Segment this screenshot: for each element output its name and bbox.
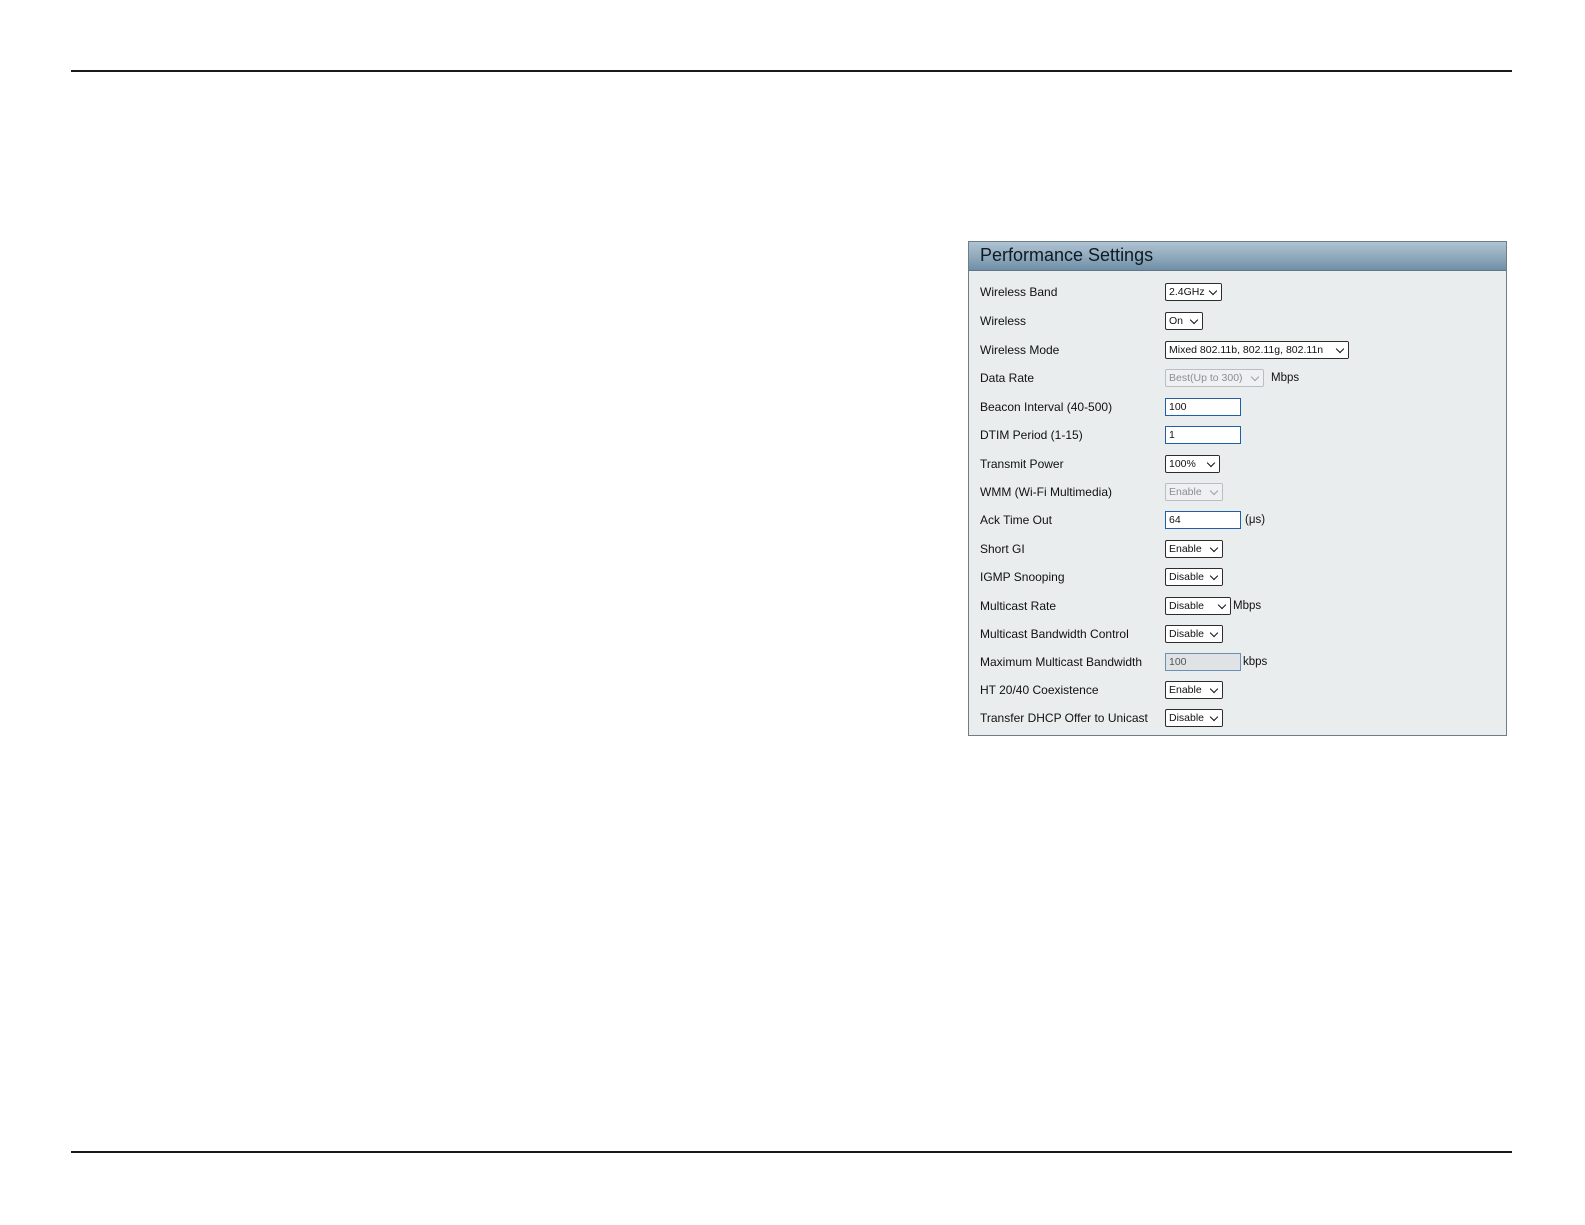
ack-time-out-label: Ack Time Out xyxy=(980,513,1053,527)
beacon-interval-label: Beacon Interval (40-500) xyxy=(980,400,1113,414)
wireless-band-select[interactable]: 2.4GHz xyxy=(1165,283,1222,301)
chevron-down-icon xyxy=(1216,598,1230,614)
wireless-band-label: Wireless Band xyxy=(980,285,1058,299)
transfer-dhcp-offer-label: Transfer DHCP Offer to Unicast xyxy=(980,711,1148,725)
top-divider xyxy=(71,70,1512,72)
row-beacon-interval: Beacon Interval (40-500) 100 xyxy=(980,398,1500,420)
row-igmp-snooping: IGMP Snooping Disable xyxy=(980,568,1500,590)
transmit-power-label: Transmit Power xyxy=(980,457,1064,471)
row-dtim-period: DTIM Period (1-15) 1 xyxy=(980,426,1500,448)
ack-time-out-input[interactable]: 64 xyxy=(1165,511,1241,529)
ht-coexistence-label: HT 20/40 Coexistence xyxy=(980,683,1099,697)
multicast-bandwidth-control-select[interactable]: Disable xyxy=(1165,625,1223,643)
maximum-multicast-bandwidth-label: Maximum Multicast Bandwidth xyxy=(980,655,1143,669)
ht-coexistence-select[interactable]: Enable xyxy=(1165,681,1223,699)
wmm-select[interactable]: Enable xyxy=(1165,483,1223,501)
beacon-interval-input[interactable]: 100 xyxy=(1165,398,1241,416)
data-rate-select[interactable]: Best(Up to 300) xyxy=(1165,369,1264,387)
multicast-rate-label: Multicast Rate xyxy=(980,599,1057,613)
chevron-down-icon xyxy=(1249,370,1263,386)
wireless-label: Wireless xyxy=(980,314,1027,328)
row-ht-coexistence: HT 20/40 Coexistence Enable xyxy=(980,681,1500,703)
multicast-rate-unit: Mbps xyxy=(1233,600,1262,612)
dtim-period-input[interactable]: 1 xyxy=(1165,426,1241,444)
row-transmit-power: Transmit Power 100% xyxy=(980,455,1500,477)
performance-settings-panel: Performance Settings Wireless Band 2.4GH… xyxy=(968,241,1507,736)
chevron-down-icon xyxy=(1208,682,1222,698)
chevron-down-icon xyxy=(1208,569,1222,585)
chevron-down-icon xyxy=(1208,710,1222,726)
row-multicast-bandwidth-control: Multicast Bandwidth Control Disable xyxy=(980,625,1500,647)
row-maximum-multicast-bandwidth: Maximum Multicast Bandwidth 100 kbps xyxy=(980,653,1500,675)
short-gi-label: Short GI xyxy=(980,542,1025,556)
row-ack-time-out: Ack Time Out 64 (μs) xyxy=(980,511,1500,533)
ack-time-out-unit: (μs) xyxy=(1245,514,1266,526)
bottom-divider xyxy=(71,1151,1512,1153)
row-short-gi: Short GI Enable xyxy=(980,540,1500,562)
chevron-down-icon xyxy=(1207,284,1221,300)
short-gi-select[interactable]: Enable xyxy=(1165,540,1223,558)
wireless-mode-label: Wireless Mode xyxy=(980,343,1060,357)
chevron-down-icon xyxy=(1334,342,1348,358)
wireless-mode-select[interactable]: Mixed 802.11b, 802.11g, 802.11n xyxy=(1165,341,1349,359)
row-wmm: WMM (Wi-Fi Multimedia) Enable xyxy=(980,483,1500,505)
row-wireless-mode: Wireless Mode Mixed 802.11b, 802.11g, 80… xyxy=(980,341,1500,363)
data-rate-label: Data Rate xyxy=(980,371,1035,385)
chevron-down-icon xyxy=(1205,456,1219,472)
igmp-snooping-label: IGMP Snooping xyxy=(980,570,1065,584)
maximum-multicast-bandwidth-unit: kbps xyxy=(1243,656,1268,668)
chevron-down-icon xyxy=(1208,626,1222,642)
panel-title: Performance Settings xyxy=(969,242,1506,271)
maximum-multicast-bandwidth-input[interactable]: 100 xyxy=(1165,653,1241,671)
chevron-down-icon xyxy=(1188,313,1202,329)
transfer-dhcp-offer-select[interactable]: Disable xyxy=(1165,709,1223,727)
multicast-bandwidth-control-label: Multicast Bandwidth Control xyxy=(980,627,1129,641)
wireless-select[interactable]: On xyxy=(1165,312,1203,330)
row-multicast-rate: Multicast Rate Disable Mbps xyxy=(980,597,1500,619)
transmit-power-select[interactable]: 100% xyxy=(1165,455,1220,473)
dtim-period-label: DTIM Period (1-15) xyxy=(980,428,1083,442)
multicast-rate-select[interactable]: Disable xyxy=(1165,597,1231,615)
row-wireless: Wireless On xyxy=(980,312,1500,334)
igmp-snooping-select[interactable]: Disable xyxy=(1165,568,1223,586)
row-transfer-dhcp-offer: Transfer DHCP Offer to Unicast Disable xyxy=(980,709,1500,731)
row-data-rate: Data Rate Best(Up to 300) Mbps xyxy=(980,369,1500,391)
data-rate-unit: Mbps xyxy=(1271,372,1300,384)
chevron-down-icon xyxy=(1208,541,1222,557)
chevron-down-icon xyxy=(1208,484,1222,500)
wmm-label: WMM (Wi-Fi Multimedia) xyxy=(980,485,1112,499)
row-wireless-band: Wireless Band 2.4GHz xyxy=(980,283,1500,305)
